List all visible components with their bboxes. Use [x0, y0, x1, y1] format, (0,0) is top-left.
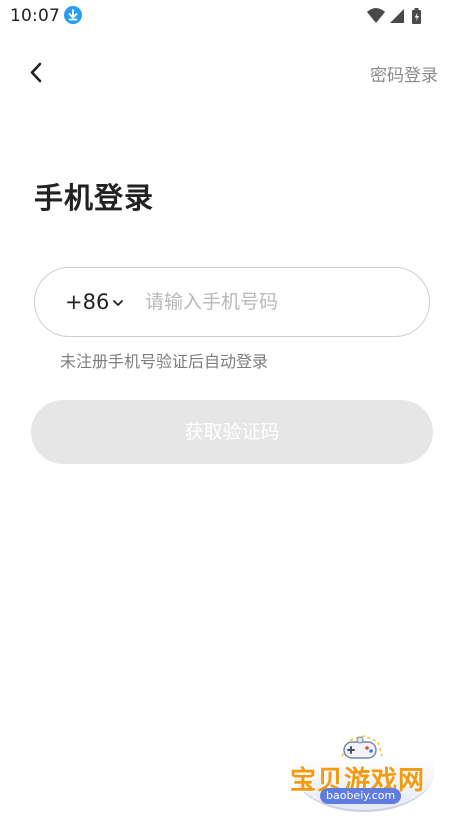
phone-field: +86	[34, 267, 430, 337]
country-code-selector[interactable]: +86	[65, 290, 109, 314]
battery-charging-icon	[412, 8, 421, 24]
watermark-url: baobeiy.com	[320, 788, 402, 804]
page-title: 手机登录	[34, 181, 155, 215]
status-time: 10:07	[10, 6, 60, 26]
status-bar: 10:07	[0, 0, 464, 32]
watermark-logo: 宝贝游戏网 baobeiy.com	[282, 726, 440, 818]
download-icon	[64, 6, 82, 24]
wifi-icon	[367, 8, 385, 23]
chevron-left-icon	[30, 62, 42, 83]
phone-number-input[interactable]	[145, 282, 405, 322]
gamepad-icon	[341, 735, 383, 759]
signal-icon	[390, 9, 404, 23]
status-icons	[366, 6, 436, 26]
registration-hint: 未注册手机号验证后自动登录	[60, 352, 269, 371]
get-code-button[interactable]: 获取验证码	[31, 400, 433, 464]
password-login-link[interactable]: 密码登录	[370, 61, 438, 86]
back-button[interactable]	[22, 58, 52, 88]
chevron-down-icon[interactable]	[111, 296, 125, 310]
